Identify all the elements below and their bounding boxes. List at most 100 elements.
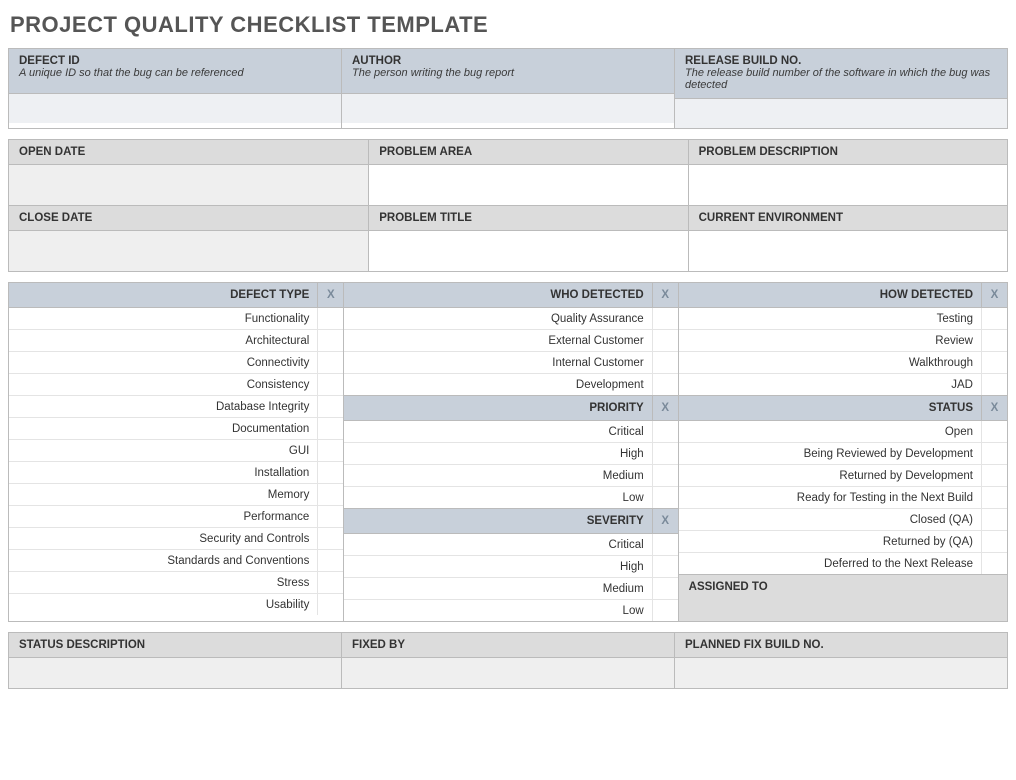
list-item-label: GUI [9, 440, 317, 461]
author-header: AUTHOR The person writing the bug report [342, 49, 674, 93]
footer-row: STATUS DESCRIPTION FIXED BY PLANNED FIX … [8, 632, 1008, 689]
list-item: Documentation [9, 418, 343, 440]
how-detected-x-header: X [981, 283, 1007, 307]
list-item-checkbox[interactable] [317, 462, 343, 483]
list-item: GUI [9, 440, 343, 462]
list-item-label: JAD [679, 374, 981, 395]
current-environment-input[interactable] [689, 231, 1007, 271]
author-desc: The person writing the bug report [352, 67, 664, 79]
current-environment-label: CURRENT ENVIRONMENT [689, 205, 1007, 231]
list-item-label: Standards and Conventions [9, 550, 317, 571]
list-item-checkbox[interactable] [317, 594, 343, 615]
list-item-checkbox[interactable] [317, 330, 343, 351]
planned-fix-input[interactable] [675, 658, 1007, 688]
list-item: JAD [679, 374, 1007, 395]
defect-id-desc: A unique ID so that the bug can be refer… [19, 67, 331, 79]
list-item-checkbox[interactable] [981, 487, 1007, 508]
list-item-label: Returned by (QA) [679, 531, 981, 552]
list-item-checkbox[interactable] [652, 443, 678, 464]
how-detected-label: HOW DETECTED [679, 283, 981, 307]
list-item-checkbox[interactable] [652, 600, 678, 621]
list-item-checkbox[interactable] [317, 352, 343, 373]
list-item: Low [344, 600, 677, 621]
severity-x-header: X [652, 509, 678, 533]
list-item: Usability [9, 594, 343, 615]
list-item-label: Usability [9, 594, 317, 615]
problem-title-label: PROBLEM TITLE [369, 205, 687, 231]
list-item: Testing [679, 308, 1007, 330]
list-item-checkbox[interactable] [317, 374, 343, 395]
open-date-label: OPEN DATE [9, 140, 368, 165]
list-item-checkbox[interactable] [981, 308, 1007, 329]
list-item-checkbox[interactable] [652, 578, 678, 599]
release-build-input[interactable] [675, 98, 1007, 128]
list-item-label: Medium [344, 465, 651, 486]
list-item-label: Installation [9, 462, 317, 483]
problem-description-input[interactable] [689, 165, 1007, 205]
list-item-label: Database Integrity [9, 396, 317, 417]
list-item-checkbox[interactable] [981, 352, 1007, 373]
problem-area-input[interactable] [369, 165, 687, 205]
list-item-checkbox[interactable] [981, 374, 1007, 395]
how-detected-items: TestingReviewWalkthroughJAD [679, 308, 1007, 395]
open-date-input[interactable] [9, 165, 368, 205]
list-item: Walkthrough [679, 352, 1007, 374]
severity-header: SEVERITY X [344, 508, 677, 534]
list-item-checkbox[interactable] [981, 531, 1007, 552]
list-item-checkbox[interactable] [652, 465, 678, 486]
list-item: Memory [9, 484, 343, 506]
list-item-checkbox[interactable] [652, 308, 678, 329]
defect-id-input[interactable] [9, 93, 341, 123]
list-item-checkbox[interactable] [317, 484, 343, 505]
list-item-checkbox[interactable] [652, 374, 678, 395]
list-item-checkbox[interactable] [652, 330, 678, 351]
list-item-label: Development [344, 374, 651, 395]
list-item-checkbox[interactable] [317, 308, 343, 329]
list-item-label: External Customer [344, 330, 651, 351]
list-item: Architectural [9, 330, 343, 352]
status-items: OpenBeing Reviewed by DevelopmentReturne… [679, 421, 1007, 574]
list-item-checkbox[interactable] [652, 352, 678, 373]
list-item: External Customer [344, 330, 677, 352]
list-item-checkbox[interactable] [981, 330, 1007, 351]
list-item-checkbox[interactable] [317, 418, 343, 439]
release-build-desc: The release build number of the software… [685, 67, 997, 91]
defect-id-header: DEFECT ID A unique ID so that the bug ca… [9, 49, 341, 93]
author-col: AUTHOR The person writing the bug report [342, 49, 675, 128]
list-item-checkbox[interactable] [652, 421, 678, 442]
list-item-checkbox[interactable] [652, 487, 678, 508]
list-item-checkbox[interactable] [981, 509, 1007, 530]
list-item-checkbox[interactable] [317, 396, 343, 417]
middle-column: WHO DETECTED X Quality AssuranceExternal… [343, 283, 677, 621]
defect-type-items: FunctionalityArchitecturalConnectivityCo… [9, 308, 343, 615]
problem-grid: OPEN DATE CLOSE DATE PROBLEM AREA PROBLE… [8, 139, 1008, 272]
list-item-checkbox[interactable] [981, 465, 1007, 486]
release-build-header: RELEASE BUILD NO. The release build numb… [675, 49, 1007, 98]
list-item-checkbox[interactable] [317, 440, 343, 461]
list-item: Medium [344, 465, 677, 487]
severity-items: CriticalHighMediumLow [344, 534, 677, 621]
list-item: Standards and Conventions [9, 550, 343, 572]
list-item-checkbox[interactable] [317, 572, 343, 593]
list-item-checkbox[interactable] [981, 421, 1007, 442]
close-date-input[interactable] [9, 231, 368, 271]
list-item-checkbox[interactable] [317, 506, 343, 527]
list-item-checkbox[interactable] [317, 550, 343, 571]
status-label: STATUS [679, 396, 981, 420]
list-item-checkbox[interactable] [652, 534, 678, 555]
list-item: Ready for Testing in the Next Build [679, 487, 1007, 509]
fixed-by-input[interactable] [342, 658, 674, 688]
list-item-checkbox[interactable] [317, 528, 343, 549]
who-detected-label: WHO DETECTED [344, 283, 651, 307]
list-item-checkbox[interactable] [981, 443, 1007, 464]
list-item-checkbox[interactable] [652, 556, 678, 577]
list-item: Consistency [9, 374, 343, 396]
list-item-checkbox[interactable] [981, 553, 1007, 574]
list-item-label: Memory [9, 484, 317, 505]
author-input[interactable] [342, 93, 674, 123]
problem-title-input[interactable] [369, 231, 687, 271]
list-item: Deferred to the Next Release [679, 553, 1007, 574]
list-item-label: Walkthrough [679, 352, 981, 373]
list-item-label: Consistency [9, 374, 317, 395]
status-description-input[interactable] [9, 658, 341, 688]
